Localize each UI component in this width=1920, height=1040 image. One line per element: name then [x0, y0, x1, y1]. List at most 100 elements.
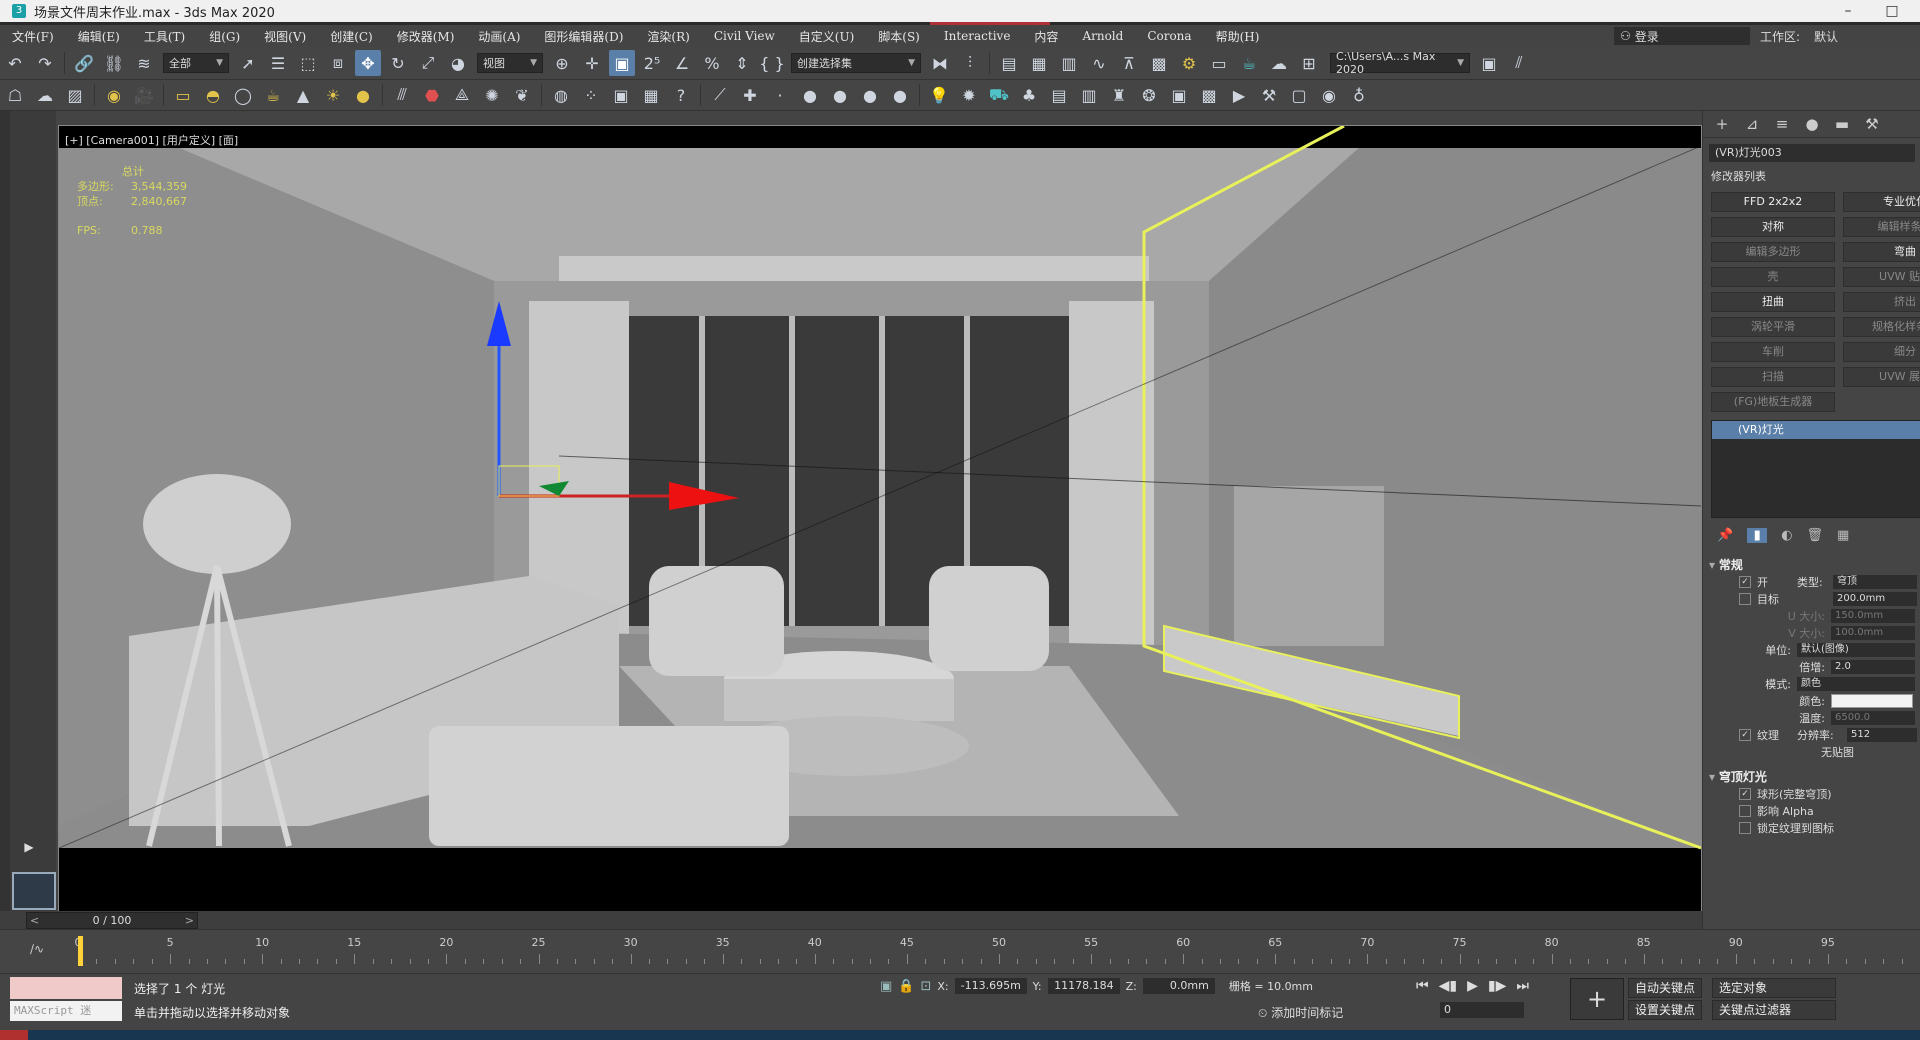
menu-group[interactable]: 组(G) [197, 28, 252, 45]
target-checkbox[interactable] [1739, 592, 1751, 605]
multiplier-field[interactable]: 2.0 [1831, 659, 1915, 674]
align-icon[interactable]: ⫶ [957, 50, 983, 76]
menu-views[interactable]: 视图(V) [252, 28, 318, 45]
set-key-icon[interactable]: + [1570, 978, 1624, 1020]
vray-ies-light-icon[interactable]: ▲ [290, 82, 316, 108]
menu-corona[interactable]: Corona [1135, 29, 1203, 43]
dot-small-icon[interactable]: · [767, 82, 793, 108]
prev-frame-icon[interactable]: ◀▮ [1439, 978, 1457, 994]
modifier-button[interactable]: 扫描 [1711, 367, 1835, 387]
bind-space-warp-icon[interactable]: ≋ [131, 50, 157, 76]
pivot-center-icon[interactable]: ⊕ [549, 50, 575, 76]
render-production-icon[interactable]: ☕ [1236, 50, 1262, 76]
modify-tab-icon[interactable]: ⊿ [1741, 115, 1763, 133]
image-icon[interactable]: ▨ [62, 82, 88, 108]
modifier-button[interactable]: 细分 [1843, 342, 1920, 362]
viewport-label[interactable]: [+] [Camera001] [用户定义] [面] [65, 132, 238, 148]
angle-snap-icon[interactable]: ∠ [669, 50, 695, 76]
rollout-dome-light[interactable]: 穹顶灯光 [1709, 768, 1920, 785]
modifier-list-dropdown[interactable]: 修改器列表 [1709, 168, 1915, 186]
vray-vfb-icon[interactable]: ▣ [608, 82, 634, 108]
modifier-button[interactable]: FFD 2x2x2 [1711, 192, 1835, 212]
undo-icon[interactable]: ↶ [2, 50, 28, 76]
units-dropdown[interactable]: 默认(图像) [1797, 642, 1915, 657]
time-slider[interactable]: < 0 / 100 > [26, 912, 198, 929]
rollout-general[interactable]: 常规 [1709, 556, 1920, 573]
redo-icon[interactable]: ↷ [32, 50, 58, 76]
vray-plane-icon[interactable]: ⟁ [449, 82, 475, 108]
sphere-gray-2-icon[interactable]: ● [827, 82, 853, 108]
table-icon[interactable]: ▤ [1046, 82, 1072, 108]
current-frame-field[interactable]: 0 [1440, 1002, 1524, 1018]
menu-civil-view[interactable]: Civil View [702, 29, 787, 43]
on-checkbox[interactable]: ✓ [1739, 575, 1751, 588]
texture-checkbox[interactable]: ✓ [1739, 728, 1751, 741]
play-viewport-icon[interactable]: ▶ [18, 840, 40, 856]
rendered-frame-icon[interactable]: ▭ [1206, 50, 1232, 76]
vray-scatter-icon[interactable]: ❦ [509, 82, 535, 108]
select-rotate-icon[interactable]: ↻ [385, 50, 411, 76]
modifier-button[interactable]: 挤出 [1843, 292, 1920, 312]
window-crossing-icon[interactable]: ⧈ [325, 50, 351, 76]
chevron-right-icon[interactable]: > [185, 913, 194, 928]
light-lister-icon[interactable]: ◉ [101, 82, 127, 108]
lightbulb-icon[interactable]: ♁ [1346, 82, 1372, 108]
material-editor-icon[interactable]: ▩ [1146, 50, 1172, 76]
add-time-tag[interactable]: ⏲ 添加时间标记 [1258, 1004, 1343, 1021]
render-cloud-icon[interactable]: ☁ [1266, 50, 1292, 76]
select-move-icon[interactable]: ✥ [355, 50, 381, 76]
sphere-gray-1-icon[interactable]: ● [797, 82, 823, 108]
link-icon[interactable]: 🔗 [71, 50, 97, 76]
remove-modifier-icon[interactable]: 🗑 [1807, 528, 1824, 543]
ribbon-icon[interactable]: ▥ [1056, 50, 1082, 76]
modifier-button[interactable]: 编辑多边形 [1711, 242, 1835, 262]
floor-generator-button[interactable]: (FG)地板生成器 [1711, 392, 1835, 412]
viewport-layout-button[interactable] [12, 872, 56, 910]
modifier-button[interactable]: 壳 [1711, 267, 1835, 287]
key-filters-button[interactable]: 关键点过滤器 [1712, 1000, 1836, 1020]
vray-mesh-light-icon[interactable]: ☕ [260, 82, 286, 108]
select-place-icon[interactable]: ◕ [445, 50, 471, 76]
scene-explorer-icon[interactable]: ▤ [996, 50, 1022, 76]
workspace-selector[interactable]: 工作区: 默认 [1750, 27, 1920, 45]
set-key-button[interactable]: 设置关键点 [1628, 1000, 1703, 1020]
menu-create[interactable]: 创建(C) [318, 28, 385, 45]
unlink-icon[interactable]: ⛓ [101, 50, 127, 76]
render-setup-icon[interactable]: ⚙ [1176, 50, 1202, 76]
type-dropdown[interactable]: 穹顶 [1833, 574, 1917, 589]
help-icon[interactable]: ? [668, 82, 694, 108]
vray-sphere-light-icon[interactable]: ◯ [230, 82, 256, 108]
track-bar[interactable]: ∕∿ 0510152025303540455055606570758085909… [0, 929, 1920, 974]
object-name-field[interactable]: (VR)灯光003 [1709, 144, 1915, 162]
render-iterative-icon[interactable]: ⊞ [1296, 50, 1322, 76]
reference-coord-dropdown[interactable]: 视图 ▼ [477, 53, 543, 73]
tower-icon[interactable]: ♜ [1106, 82, 1132, 108]
show-end-result-icon[interactable]: ▮ [1747, 527, 1768, 543]
sphere-gray-4-icon[interactable]: ● [887, 82, 913, 108]
mirror-icon[interactable]: ⧓ [927, 50, 953, 76]
menu-graph-editors[interactable]: 图形编辑器(D) [532, 28, 635, 45]
affect-alpha-checkbox[interactable] [1739, 804, 1751, 817]
modifier-button[interactable]: 专业优化 [1843, 192, 1920, 212]
spherical-checkbox[interactable]: ✓ [1739, 787, 1751, 800]
vray-sphere-fade-icon[interactable]: ✺ [479, 82, 505, 108]
vray-proxy-icon[interactable]: ⬣ [419, 82, 445, 108]
filter-curve-icon[interactable]: ∕∿ [30, 942, 44, 956]
eye-icon[interactable]: ◉ [1316, 82, 1342, 108]
vray-material-multi-icon[interactable]: ⁘ [578, 82, 604, 108]
goto-end-icon[interactable]: ⏭ [1516, 978, 1529, 994]
camera-icon[interactable]: 🎥 [131, 82, 157, 108]
make-unique-icon[interactable]: ◐ [1781, 528, 1792, 543]
select-by-name-icon[interactable]: ☰ [265, 50, 291, 76]
curve-editor-icon[interactable]: ∿ [1086, 50, 1112, 76]
vray-export-icon[interactable]: ▦ [638, 82, 664, 108]
minimize-button[interactable]: – [1826, 0, 1870, 22]
configure-sets-icon[interactable]: ▦ [1837, 528, 1849, 543]
vray-dome-light-icon[interactable]: ◓ [200, 82, 226, 108]
teapot-icon[interactable]: ☖ [2, 82, 28, 108]
selected-object-dropdown[interactable]: 选定对象 [1712, 978, 1836, 998]
vray-ambient-light-icon[interactable]: ● [350, 82, 376, 108]
menu-customize[interactable]: 自定义(U) [787, 28, 866, 45]
z-field[interactable]: 0.0mm [1142, 978, 1215, 994]
next-frame-icon[interactable]: ▮▶ [1488, 978, 1506, 994]
